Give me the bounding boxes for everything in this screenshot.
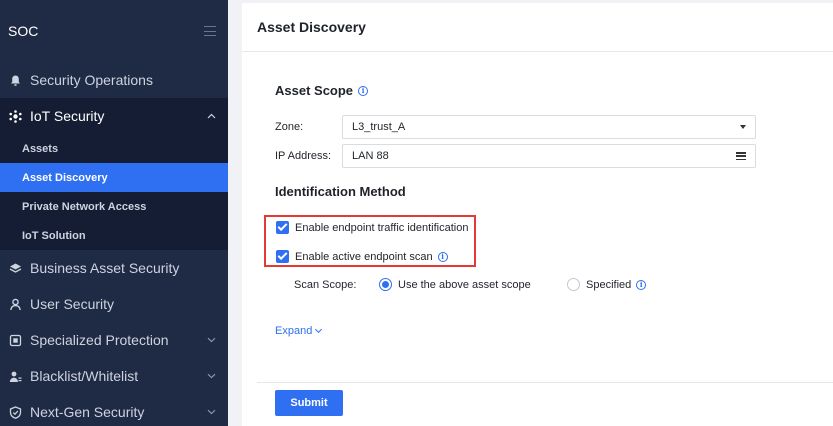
scope-specified-option[interactable]: Specified i xyxy=(567,278,647,291)
scan-scope-row: Scan Scope: Use the above asset scope Sp… xyxy=(294,278,647,291)
nav-item-label: Specialized Protection xyxy=(30,332,169,348)
scope-above-label: Use the above asset scope xyxy=(398,278,531,291)
sub-item-assets[interactable]: Assets xyxy=(0,134,228,163)
info-icon[interactable]: i xyxy=(358,85,369,96)
nav-item-label: IoT Security xyxy=(30,108,105,124)
active-scan-checkbox[interactable] xyxy=(276,250,289,263)
chevron-down-icon xyxy=(315,325,323,334)
zone-label: Zone: xyxy=(275,121,304,133)
caret-down-icon xyxy=(740,125,746,129)
user-icon xyxy=(8,297,22,311)
ip-address-label: IP Address: xyxy=(275,150,332,162)
submit-button[interactable]: Submit xyxy=(275,390,343,416)
nav-item-label: Business Asset Security xyxy=(30,260,180,276)
ip-address-value: LAN 88 xyxy=(352,150,389,162)
scope-above-radio[interactable] xyxy=(379,278,392,291)
nav-item-label: User Security xyxy=(30,296,115,312)
list-icon[interactable] xyxy=(736,152,746,160)
zone-row: Zone: L3_trust_A xyxy=(275,115,756,139)
shield-check-icon xyxy=(8,405,22,419)
nav-item-iot-security[interactable]: IoT Security xyxy=(0,98,228,134)
brand-bar: SOC xyxy=(0,0,228,62)
scope-above-option[interactable]: Use the above asset scope xyxy=(379,278,567,291)
zone-select[interactable]: L3_trust_A xyxy=(342,115,756,139)
bell-icon xyxy=(8,73,22,87)
info-icon[interactable]: i xyxy=(437,251,448,262)
nav-item-next-gen-security[interactable]: Next-Gen Security xyxy=(0,394,228,426)
nav-item-security-operations[interactable]: Security Operations xyxy=(0,62,228,98)
main-panel: Asset Discovery Asset Scope i Zone: L3_t… xyxy=(242,3,833,426)
nav-item-label: Blacklist/Whitelist xyxy=(30,368,139,384)
nav-item-user-security[interactable]: User Security xyxy=(0,286,228,322)
info-icon[interactable]: i xyxy=(636,279,647,290)
scan-scope-label: Scan Scope: xyxy=(294,278,357,291)
nav-item-business-asset-security[interactable]: Business Asset Security xyxy=(0,250,228,286)
chevron-down-icon xyxy=(206,371,216,381)
identification-method-title: Identification Method xyxy=(275,184,406,199)
sub-item-iot-solution[interactable]: IoT Solution xyxy=(0,221,228,250)
active-scan-option[interactable]: Enable active endpoint scan i xyxy=(276,250,448,263)
nav-item-blacklist-whitelist[interactable]: Blacklist/Whitelist xyxy=(0,358,228,394)
brand-title: SOC xyxy=(8,23,39,39)
iot-icon xyxy=(8,109,22,123)
endpoint-traffic-option[interactable]: Enable endpoint traffic identification xyxy=(276,221,468,234)
expand-link[interactable]: Expand xyxy=(275,325,323,337)
chevron-down-icon xyxy=(206,407,216,417)
sub-item-private-network-access[interactable]: Private Network Access xyxy=(0,192,228,221)
footer-divider xyxy=(257,382,833,383)
active-scan-label: Enable active endpoint scan xyxy=(295,250,433,263)
identification-method-heading: Identification Method xyxy=(275,184,406,199)
ip-address-field[interactable]: LAN 88 xyxy=(342,144,756,168)
scope-specified-label: Specified xyxy=(586,278,632,291)
endpoint-traffic-checkbox[interactable] xyxy=(276,221,289,234)
endpoint-traffic-label: Enable endpoint traffic identification xyxy=(295,221,469,234)
nav-item-label: Next-Gen Security xyxy=(30,404,145,420)
sub-item-asset-discovery[interactable]: Asset Discovery xyxy=(0,163,228,192)
expand-label: Expand xyxy=(275,325,313,337)
shield-grid-icon xyxy=(8,333,22,347)
chevron-up-icon xyxy=(206,111,216,121)
menu-collapse-icon[interactable] xyxy=(204,26,216,36)
page-header: Asset Discovery xyxy=(242,3,833,52)
asset-scope-heading: Asset Scope i xyxy=(275,83,369,98)
ip-address-row: IP Address: LAN 88 xyxy=(275,144,756,168)
user-list-icon xyxy=(8,369,22,383)
sidebar: SOC Security Operations IoT Security Ass… xyxy=(0,0,228,426)
nav-item-specialized-protection[interactable]: Specialized Protection xyxy=(0,322,228,358)
page-title: Asset Discovery xyxy=(257,19,366,35)
scope-specified-radio[interactable] xyxy=(567,278,580,291)
nav-item-label: Security Operations xyxy=(30,72,153,88)
zone-value: L3_trust_A xyxy=(352,121,406,133)
asset-scope-title: Asset Scope xyxy=(275,83,354,98)
layers-icon xyxy=(8,261,22,275)
chevron-down-icon xyxy=(206,335,216,345)
